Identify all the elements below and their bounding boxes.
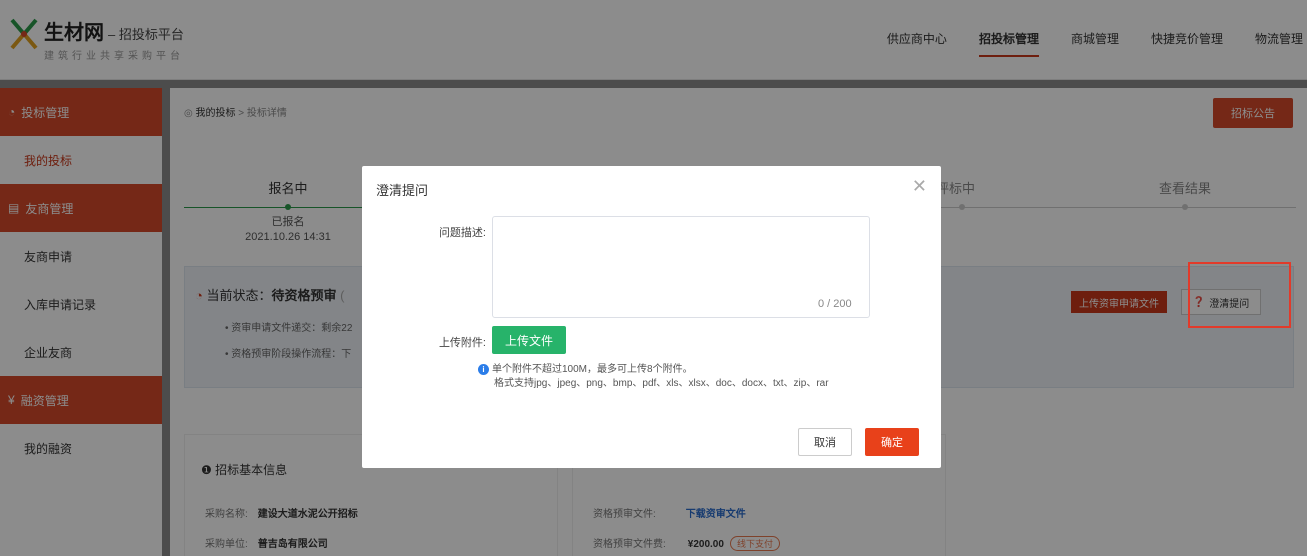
hint-line: 单个附件不超过100M，最多可上传8个附件。 (492, 364, 693, 375)
upload-hint: i 单个附件不超过100M，最多可上传8个附件。 格式支持jpg、jpeg、png… (478, 363, 829, 391)
info-icon: i (478, 364, 489, 375)
confirm-button[interactable]: 确定 (865, 428, 919, 456)
close-icon[interactable]: ✕ (912, 176, 927, 197)
char-counter: 0 / 200 (818, 298, 852, 310)
hint-formats: 格式支持jpg、jpeg、png、bmp、pdf、xls、xlsx、doc、do… (494, 378, 829, 389)
modal-title: 澄清提问 (376, 183, 429, 198)
highlight-box (1188, 262, 1291, 328)
cancel-button[interactable]: 取消 (798, 428, 852, 456)
description-label: 问题描述: (438, 227, 486, 239)
clarify-modal: 澄清提问 ✕ 问题描述: 0 / 200 上传附件: 上传文件 i 单个附件不超过… (362, 166, 941, 468)
attachment-label: 上传附件: (438, 337, 486, 349)
upload-file-button[interactable]: 上传文件 (492, 326, 566, 354)
description-textarea[interactable] (492, 216, 870, 318)
